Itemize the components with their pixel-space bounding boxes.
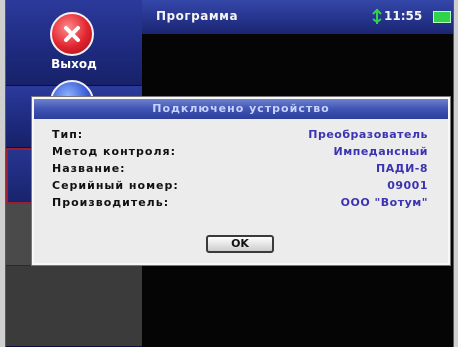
dialog-title: Подключено устройство	[152, 102, 330, 115]
row-label: Название:	[52, 162, 126, 175]
exit-label: Выход	[51, 57, 97, 71]
row-label: Серийный номер:	[52, 179, 179, 192]
row-value: Преобразователь	[308, 128, 428, 141]
battery-icon	[433, 11, 451, 23]
info-row-name: Название: ПАДИ-8	[52, 162, 428, 178]
clock: 11:55	[384, 9, 423, 23]
info-row-serial: Серийный номер: 09001	[52, 179, 428, 195]
dialog-header: Подключено устройство	[34, 99, 448, 119]
row-value: ПАДИ-8	[376, 162, 428, 175]
info-row-method: Метод контроля: Импедансный	[52, 145, 428, 161]
sidebar-item-empty	[6, 266, 142, 347]
program-title: Программа	[156, 9, 239, 23]
info-row-type: Тип: Преобразователь	[52, 128, 428, 144]
ok-button[interactable]: OK	[206, 235, 274, 253]
device-screen: Выход Программа 11:55 Подключено устройс…	[5, 0, 454, 347]
info-row-manufacturer: Производитель: ООО "Вотум"	[52, 196, 428, 212]
exit-menu-item[interactable]: Выход	[6, 0, 142, 86]
row-value: 09001	[387, 179, 428, 192]
row-label: Производитель:	[52, 196, 170, 209]
row-value: Импедансный	[333, 145, 428, 158]
row-label: Тип:	[52, 128, 84, 141]
device-connected-dialog: Подключено устройство Тип: Преобразовате…	[32, 97, 450, 265]
close-icon-glyph	[64, 26, 80, 42]
usb-icon	[372, 8, 382, 24]
row-label: Метод контроля:	[52, 145, 177, 158]
top-status-bar: Программа 11:55	[142, 0, 453, 34]
close-icon[interactable]	[50, 12, 94, 56]
row-value: ООО "Вотум"	[340, 196, 428, 209]
